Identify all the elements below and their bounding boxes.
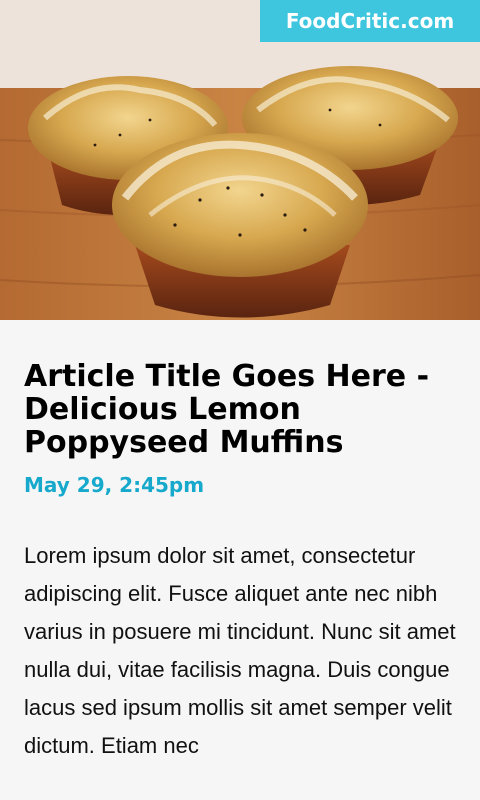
hero-image <box>0 0 480 320</box>
article-title: Article Title Goes Here - Delicious Lemo… <box>24 359 430 460</box>
article-date: May 29, 2:45pm <box>24 473 205 497</box>
article-body: Lorem ipsum dolor sit amet, consectetur … <box>24 543 456 758</box>
brand-logo[interactable]: FoodCritic.com <box>260 0 480 42</box>
article-content: Article Title Goes Here - Delicious Lemo… <box>24 360 464 765</box>
muffins-illustration <box>0 0 480 320</box>
